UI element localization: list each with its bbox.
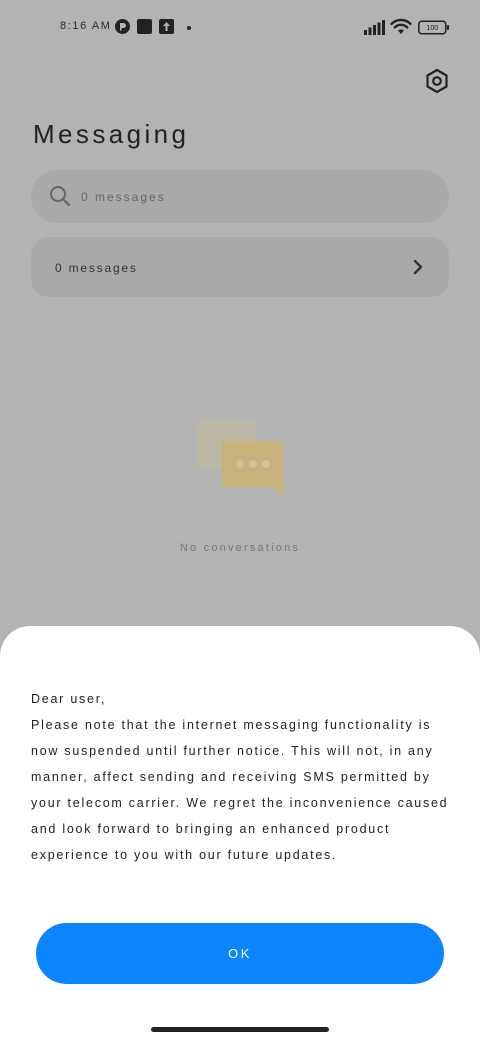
chat-bubbles-icon (197, 420, 283, 496)
notice-dialog: Dear user, Please note that the internet… (0, 626, 480, 1040)
dialog-line: your telecom carrier. We regret the inco… (31, 796, 449, 810)
messages-summary-row[interactable]: 0 messages (31, 237, 449, 297)
chevron-right-icon (413, 259, 423, 275)
messages-summary-label: 0 messages (55, 261, 138, 275)
wifi-icon (390, 18, 412, 34)
dialog-line: manner, affect sending and receiving SMS… (31, 770, 431, 784)
dialog-line: now suspended until further notice. This… (31, 744, 434, 758)
search-bar[interactable]: 0 messages (31, 170, 449, 223)
dialog-line: Dear user, (31, 692, 107, 706)
empty-state-text: No conversations (179, 542, 301, 554)
home-indicator[interactable] (151, 1027, 329, 1032)
status-time: 8:16 AM (60, 20, 112, 32)
more-notifications-dot (187, 26, 191, 30)
notification-app-icon (115, 19, 130, 34)
upload-icon (159, 19, 174, 34)
page-title: Messaging (33, 119, 190, 149)
dialog-line: experience to you with our future update… (31, 848, 338, 862)
search-input-placeholder[interactable]: 0 messages (81, 190, 166, 204)
status-bar: 8:16 AM 100 (0, 0, 480, 56)
dialog-message: Dear user, Please note that the internet… (31, 686, 471, 868)
battery-icon: 100 (418, 20, 449, 35)
signal-icon (364, 20, 385, 35)
search-icon (50, 186, 71, 207)
settings-button[interactable] (420, 64, 454, 98)
square-app-icon (137, 19, 152, 34)
ok-button[interactable]: OK (36, 923, 444, 984)
dialog-line: and look forward to bringing an enhanced… (31, 822, 391, 836)
dialog-line: Please note that the internet messaging … (31, 718, 432, 732)
gear-icon (426, 68, 448, 94)
battery-level: 100 (426, 25, 438, 32)
